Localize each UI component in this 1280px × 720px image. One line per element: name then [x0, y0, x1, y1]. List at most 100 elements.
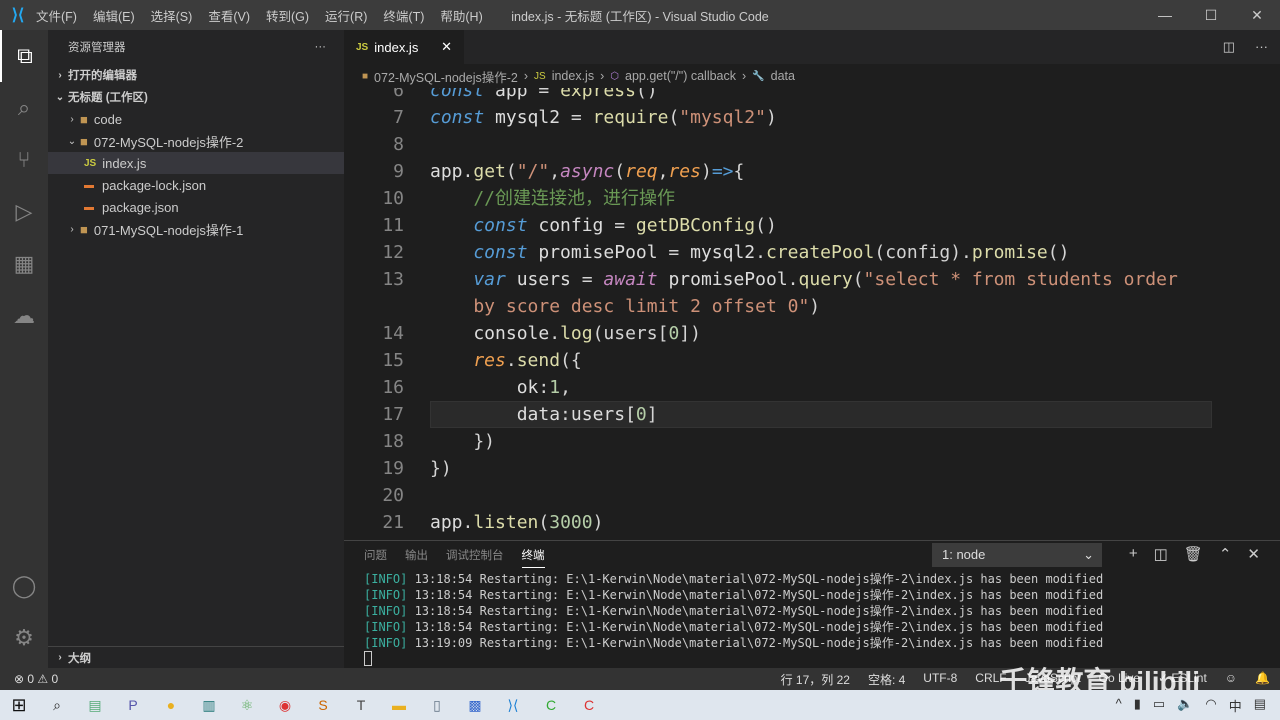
file-item[interactable]: ▬ package.json	[48, 196, 344, 218]
app-icon[interactable]: ▥	[190, 697, 228, 714]
maximize-panel-icon[interactable]: ⌃	[1219, 545, 1232, 563]
sublime-icon[interactable]: S	[304, 697, 342, 713]
file-explorer-icon[interactable]: ▬	[380, 697, 418, 713]
remote-icon[interactable]: ☁	[0, 290, 48, 342]
breadcrumb-item[interactable]: app.get("/") callback	[625, 69, 736, 83]
app-p-icon[interactable]: P	[114, 697, 152, 713]
camtasia-icon[interactable]: C	[532, 697, 570, 713]
folder-icon: ■	[80, 133, 88, 149]
split-editor-icon[interactable]: ◫	[1223, 39, 1235, 55]
folder-item[interactable]: › ■ 071-MySQL-nodejs操作-1	[48, 218, 344, 240]
wifi-icon[interactable]: ◠	[1205, 696, 1216, 715]
panel-tab[interactable]: 调试控制台	[446, 547, 504, 568]
encoding[interactable]: UTF-8	[923, 671, 957, 688]
battery-icon[interactable]: ▭	[1153, 696, 1165, 715]
code-token: //创建连接池，进行操作	[430, 188, 676, 209]
more-actions-button[interactable]: ···	[315, 41, 327, 53]
code-token: async	[560, 161, 615, 182]
code-line: 19})	[344, 455, 1214, 482]
menu-item[interactable]: 查看(V)	[208, 10, 250, 24]
menu-item[interactable]: 转到(G)	[266, 10, 309, 24]
tray-expand-icon[interactable]: ^	[1116, 696, 1122, 715]
folder-icon: ■	[362, 70, 369, 82]
problems-count[interactable]: ⊗ 0 ⚠ 0	[14, 672, 58, 686]
function-icon: ⬡	[610, 70, 619, 82]
close-panel-icon[interactable]: ✕	[1247, 545, 1260, 563]
feedback-icon[interactable]: ☺	[1225, 671, 1237, 688]
cursor-position[interactable]: 行 17，列 22	[781, 671, 850, 688]
account-icon[interactable]: ◯	[0, 560, 48, 612]
menu-item[interactable]: 终端(T)	[383, 10, 424, 24]
typora-icon[interactable]: T	[342, 697, 380, 713]
folder-item[interactable]: › ■ code	[48, 108, 344, 130]
file-item[interactable]: JS index.js	[48, 152, 344, 174]
microphone-icon[interactable]: ▮	[1134, 696, 1141, 715]
indentation[interactable]: 空格: 4	[868, 671, 905, 688]
windows-start-icon[interactable]: ⊞	[0, 695, 38, 716]
file-item[interactable]: ▬ package-lock.json	[48, 174, 344, 196]
app-icon[interactable]: ▯	[418, 697, 456, 714]
search-icon[interactable]: ⌕	[0, 82, 48, 134]
breadcrumb-item[interactable]: index.js	[552, 69, 594, 83]
atom-icon[interactable]: ⚛	[228, 697, 266, 714]
tab-index-js[interactable]: JS index.js ✕	[344, 30, 464, 64]
panel-tab[interactable]: 问题	[364, 547, 387, 568]
close-button[interactable]: ✕	[1234, 0, 1280, 30]
kill-terminal-icon[interactable]: 🗑	[1184, 545, 1203, 563]
line-number: 16	[382, 377, 404, 398]
chrome-icon[interactable]: ◉	[266, 697, 304, 714]
split-terminal-icon[interactable]: ◫	[1154, 545, 1168, 563]
search-icon[interactable]: ⌕	[38, 697, 76, 714]
close-tab-icon[interactable]: ✕	[441, 39, 452, 55]
volume-icon[interactable]: 🔈	[1177, 696, 1193, 715]
terminal-line: [INFO] 13:18:54 Restarting: E:\1-Kerwin\…	[364, 571, 1103, 587]
menu-item[interactable]: 运行(R)	[325, 10, 367, 24]
maximize-button[interactable]: ☐	[1188, 0, 1234, 30]
code-token: .	[462, 512, 474, 533]
code-token: =>	[711, 161, 734, 182]
panel-tab[interactable]: 输出	[405, 547, 428, 568]
vscode-taskbar-icon[interactable]: ⟩⟨	[494, 697, 532, 714]
terminal-cursor	[364, 651, 372, 666]
more-actions-icon[interactable]: ···	[1255, 39, 1268, 55]
open-editors-section[interactable]: › 打开的编辑器	[48, 64, 344, 86]
terminal-select[interactable]: 1: node ⌄	[932, 543, 1102, 567]
explorer-icon[interactable]: ⧉	[0, 30, 48, 82]
terminal-output[interactable]: [INFO] 13:18:54 Restarting: E:\1-Kerwin\…	[364, 571, 1103, 670]
panel-tab[interactable]: 终端	[521, 547, 545, 568]
outline-section[interactable]: › 大纲	[48, 646, 344, 668]
code-token: =	[614, 215, 636, 236]
run-debug-icon[interactable]: ▷	[0, 186, 48, 238]
settings-gear-icon[interactable]: ⚙	[0, 612, 48, 664]
folder-item[interactable]: ⌄ ■ 072-MySQL-nodejs操作-2	[48, 130, 344, 152]
new-terminal-icon[interactable]: +	[1129, 545, 1138, 563]
code-token: ]	[646, 404, 658, 425]
menu-item[interactable]: 文件(F)	[36, 10, 77, 24]
code-token: ])	[679, 323, 701, 344]
notifications-icon[interactable]: 🔔	[1255, 671, 1270, 688]
code-line: 21 app.listen(3000)	[344, 509, 1214, 536]
breadcrumb-item[interactable]: 072-MySQL-nodejs操作-2	[374, 67, 518, 86]
source-control-icon[interactable]: ⑂	[0, 134, 48, 186]
workspace-section[interactable]: ⌄ 无标题 (工作区)	[48, 86, 344, 108]
menu-item[interactable]: 帮助(H)	[440, 10, 482, 24]
ime-indicator[interactable]: 中	[1229, 696, 1242, 715]
code-token: (	[852, 269, 864, 290]
line-content: //创建连接池，进行操作	[430, 185, 675, 212]
app-icon[interactable]: ●	[152, 697, 190, 713]
minimize-button[interactable]: —	[1142, 0, 1188, 30]
extensions-icon[interactable]: ▦	[0, 238, 48, 290]
app-icon[interactable]: C	[570, 697, 608, 713]
menu-item[interactable]: 选择(S)	[151, 10, 193, 24]
app-icon[interactable]: ▩	[456, 697, 494, 714]
breadcrumb-item[interactable]: data	[771, 69, 795, 83]
file-label: index.js	[102, 155, 147, 171]
action-center-icon[interactable]: ▤	[1254, 696, 1266, 715]
log-text: 13:18:54 Restarting: E:\1-Kerwin\Node\ma…	[407, 604, 1104, 618]
app-icon[interactable]: ▤	[76, 697, 114, 714]
line-number: 11	[382, 215, 404, 236]
code-editor[interactable]: 6 const app = express() 7 const mysql2 = re…	[344, 88, 1280, 540]
line-content: res.send({	[430, 347, 581, 374]
menu-item[interactable]: 编辑(E)	[93, 10, 135, 24]
code-line: 8	[344, 131, 1214, 158]
